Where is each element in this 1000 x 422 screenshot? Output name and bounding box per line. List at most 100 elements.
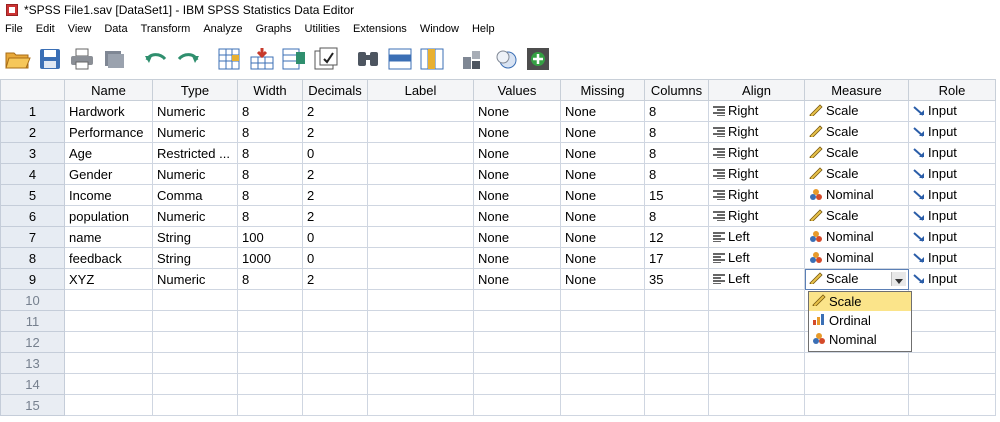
- empty-cell[interactable]: [302, 373, 368, 395]
- empty-cell[interactable]: [708, 331, 805, 353]
- cell-label[interactable]: [367, 184, 474, 206]
- cell-missing[interactable]: None: [560, 184, 645, 206]
- save-icon[interactable]: [36, 45, 64, 73]
- empty-cell[interactable]: [473, 289, 561, 311]
- empty-cell[interactable]: [708, 373, 805, 395]
- empty-cell[interactable]: [804, 373, 909, 395]
- row-number[interactable]: 4: [0, 163, 65, 185]
- col-header-measure[interactable]: Measure: [804, 79, 909, 101]
- empty-cell[interactable]: [152, 373, 238, 395]
- menu-help[interactable]: Help: [466, 20, 502, 38]
- row-number[interactable]: 10: [0, 289, 65, 311]
- empty-cell[interactable]: [473, 331, 561, 353]
- empty-cell[interactable]: [64, 310, 153, 332]
- cell-align[interactable]: Right: [708, 100, 805, 122]
- cell-role[interactable]: Input: [908, 268, 996, 290]
- cell-name[interactable]: Performance: [64, 121, 153, 143]
- empty-cell[interactable]: [367, 352, 474, 374]
- cell-label[interactable]: [367, 121, 474, 143]
- cell-measure[interactable]: Scale: [804, 121, 909, 143]
- empty-cell[interactable]: [560, 310, 645, 332]
- insert-cases-icon[interactable]: [386, 45, 414, 73]
- cell-columns[interactable]: 8: [644, 163, 709, 185]
- cell-width[interactable]: 8: [237, 205, 303, 227]
- row-number[interactable]: 11: [0, 310, 65, 332]
- open-icon[interactable]: [4, 45, 32, 73]
- cell-missing[interactable]: None: [560, 121, 645, 143]
- menu-transform[interactable]: Transform: [135, 20, 198, 38]
- empty-cell[interactable]: [302, 352, 368, 374]
- cell-missing[interactable]: None: [560, 100, 645, 122]
- empty-cell[interactable]: [644, 373, 709, 395]
- insert-variable-icon[interactable]: [418, 45, 446, 73]
- empty-cell[interactable]: [237, 373, 303, 395]
- empty-cell[interactable]: [473, 352, 561, 374]
- cell-missing[interactable]: None: [560, 268, 645, 290]
- cell-name[interactable]: Income: [64, 184, 153, 206]
- empty-cell[interactable]: [152, 310, 238, 332]
- cell-values[interactable]: None: [473, 142, 561, 164]
- empty-cell[interactable]: [302, 310, 368, 332]
- cell-values[interactable]: None: [473, 163, 561, 185]
- weight-cases-icon[interactable]: [492, 45, 520, 73]
- row-number[interactable]: 3: [0, 142, 65, 164]
- cell-missing[interactable]: None: [560, 142, 645, 164]
- empty-cell[interactable]: [560, 289, 645, 311]
- cell-width[interactable]: 8: [237, 163, 303, 185]
- menu-utilities[interactable]: Utilities: [299, 20, 347, 38]
- cell-name[interactable]: Gender: [64, 163, 153, 185]
- cell-measure[interactable]: Nominal: [804, 184, 909, 206]
- cell-decimals[interactable]: 2: [302, 268, 368, 290]
- cell-measure[interactable]: Scale: [804, 268, 909, 290]
- cell-role[interactable]: Input: [908, 142, 996, 164]
- empty-cell[interactable]: [367, 289, 474, 311]
- col-header-columns[interactable]: Columns: [644, 79, 709, 101]
- empty-cell[interactable]: [367, 331, 474, 353]
- empty-cell[interactable]: [908, 331, 996, 353]
- empty-cell[interactable]: [64, 373, 153, 395]
- col-header-role[interactable]: Role: [908, 79, 996, 101]
- col-header-missing[interactable]: Missing: [560, 79, 645, 101]
- empty-cell[interactable]: [64, 352, 153, 374]
- cell-align[interactable]: Left: [708, 226, 805, 248]
- cell-type[interactable]: Numeric: [152, 205, 238, 227]
- cell-values[interactable]: None: [473, 184, 561, 206]
- menu-edit[interactable]: Edit: [30, 20, 62, 38]
- row-number[interactable]: 5: [0, 184, 65, 206]
- row-number[interactable]: 13: [0, 352, 65, 374]
- goto-variable-icon[interactable]: [248, 45, 276, 73]
- col-header-align[interactable]: Align: [708, 79, 805, 101]
- cell-columns[interactable]: 8: [644, 100, 709, 122]
- empty-cell[interactable]: [473, 373, 561, 395]
- cell-width[interactable]: 100: [237, 226, 303, 248]
- empty-cell[interactable]: [152, 394, 238, 416]
- cell-columns[interactable]: 8: [644, 142, 709, 164]
- cell-name[interactable]: name: [64, 226, 153, 248]
- empty-cell[interactable]: [367, 394, 474, 416]
- empty-cell[interactable]: [64, 394, 153, 416]
- col-header-name[interactable]: Name: [64, 79, 153, 101]
- cell-type[interactable]: Restricted ...: [152, 142, 238, 164]
- cell-type[interactable]: Numeric: [152, 268, 238, 290]
- empty-cell[interactable]: [152, 331, 238, 353]
- cell-measure[interactable]: Scale: [804, 142, 909, 164]
- cell-label[interactable]: [367, 100, 474, 122]
- empty-cell[interactable]: [64, 331, 153, 353]
- cell-missing[interactable]: None: [560, 205, 645, 227]
- empty-cell[interactable]: [560, 373, 645, 395]
- cell-measure[interactable]: Nominal: [804, 226, 909, 248]
- cell-role[interactable]: Input: [908, 100, 996, 122]
- row-number[interactable]: 6: [0, 205, 65, 227]
- empty-cell[interactable]: [908, 394, 996, 416]
- col-header-width[interactable]: Width: [237, 79, 303, 101]
- cell-type[interactable]: Numeric: [152, 121, 238, 143]
- cell-role[interactable]: Input: [908, 184, 996, 206]
- cell-name[interactable]: Hardwork: [64, 100, 153, 122]
- empty-cell[interactable]: [302, 331, 368, 353]
- cell-width[interactable]: 8: [237, 100, 303, 122]
- empty-cell[interactable]: [644, 394, 709, 416]
- empty-cell[interactable]: [908, 289, 996, 311]
- menu-graphs[interactable]: Graphs: [249, 20, 298, 38]
- cell-measure[interactable]: Scale: [804, 100, 909, 122]
- empty-cell[interactable]: [152, 352, 238, 374]
